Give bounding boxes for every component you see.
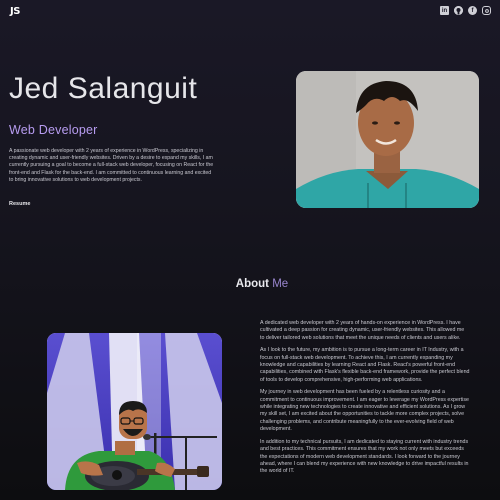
about-heading: About Me <box>0 278 500 290</box>
social-links: in f <box>440 6 491 15</box>
about-heading-accent: Me <box>272 278 289 290</box>
resume-link[interactable]: Resume <box>9 201 30 207</box>
about-body: A dedicated web developer with 2 years o… <box>260 320 470 481</box>
facebook-icon[interactable]: f <box>468 6 477 15</box>
about-paragraph-2: As I look to the future, my ambition is … <box>260 347 470 383</box>
site-logo[interactable]: JS <box>10 6 20 17</box>
about-paragraph-4: In addition to my technical pursuits, I … <box>260 438 469 475</box>
instagram-icon[interactable] <box>482 6 491 15</box>
hero-name: Jed Salanguit <box>9 72 198 105</box>
guitar-illustration <box>47 333 222 490</box>
profile-photo <box>296 71 479 208</box>
top-navbar: JS in f <box>0 0 500 26</box>
github-icon[interactable] <box>454 6 463 15</box>
hero-role: Web Developer <box>9 123 98 137</box>
about-paragraph-1: A dedicated web developer with 2 years o… <box>260 320 465 341</box>
about-paragraph-3: My journey in web development has been f… <box>260 389 469 433</box>
hero-description: A passionate web developer with 2 years … <box>9 148 214 183</box>
linkedin-icon[interactable]: in <box>440 6 449 15</box>
about-heading-main: About <box>235 278 270 290</box>
